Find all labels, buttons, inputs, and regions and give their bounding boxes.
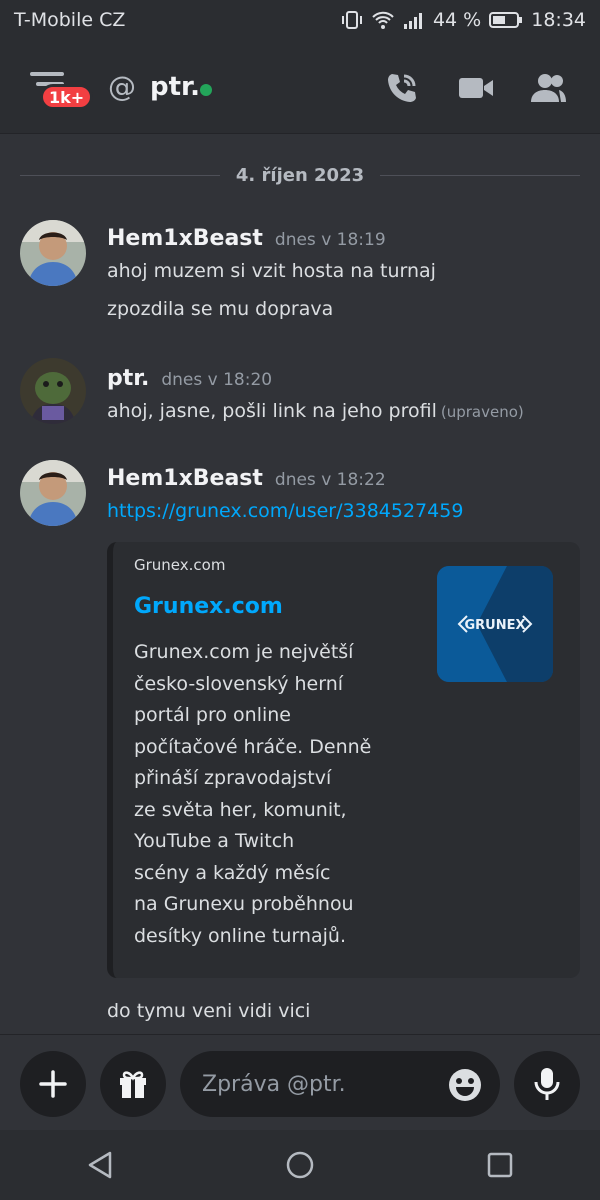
message-text: ahoj muzem si vzit hosta na turnaj <box>107 260 436 282</box>
message-text: do tymu veni vidi vici <box>107 1000 311 1022</box>
avatar[interactable] <box>20 460 86 526</box>
recents-icon[interactable] <box>476 1141 524 1189</box>
embed-description-line: přináší zpravodajství <box>134 767 332 789</box>
battery-percent: 44 % <box>432 9 482 31</box>
avatar[interactable] <box>20 358 86 424</box>
message-text: ahoj, jasne, pošli link na jeho profil (u… <box>107 400 524 422</box>
embed-description: Grunex.com je největší česko-slovenský h… <box>134 637 404 952</box>
message-text: zpozdila se mu doprava <box>107 298 334 320</box>
clock: 18:34 <box>531 9 586 31</box>
embed-description-line: desítky online turnajů. <box>134 924 346 947</box>
message-author[interactable]: ptr. dnes v 18:20 <box>107 366 272 391</box>
call-icon[interactable] <box>382 68 422 108</box>
embed-description-line: na Grunexu proběhnou <box>134 893 354 915</box>
message-timestamp: dnes v 18:22 <box>274 470 386 490</box>
author-name[interactable]: Hem1xBeast <box>107 466 263 491</box>
wifi-icon <box>371 9 395 31</box>
embed-title[interactable]: Grunex.com <box>134 594 283 619</box>
link-embed: Grunex.com Grunex.com Grunex.com je nejv… <box>107 542 580 978</box>
embed-description-line: česko-slovenský herní <box>134 672 344 695</box>
voice-message-button[interactable] <box>514 1051 580 1117</box>
author-name[interactable]: ptr. <box>107 366 149 391</box>
embed-description-line: scény a každý měsíc <box>134 861 331 884</box>
message-composer <box>0 1034 600 1130</box>
unread-badge: 1k+ <box>40 84 94 110</box>
status-bar: T-Mobile CZ 44 % 18:34 <box>0 0 600 40</box>
online-status-indicator <box>200 84 212 96</box>
message-author[interactable]: Hem1xBeast dnes v 18:22 <box>107 466 386 491</box>
message-timestamp: dnes v 18:20 <box>161 370 273 390</box>
message-link[interactable]: https://grunex.com/user/3384527459 <box>107 500 463 522</box>
system-nav-bar <box>0 1130 600 1200</box>
at-icon: @ <box>108 70 136 103</box>
embed-description-line: Grunex.com je největší <box>134 641 354 663</box>
embed-provider[interactable]: Grunex.com <box>134 556 225 574</box>
microphone-icon <box>534 1068 560 1100</box>
embed-description-line: portál pro online <box>134 704 291 726</box>
channel-title[interactable]: ptr. <box>150 72 200 102</box>
carrier-label: T-Mobile CZ <box>14 9 126 31</box>
message-body: ahoj, jasne, pošli link na jeho profil <box>107 400 437 422</box>
back-icon[interactable] <box>76 1141 124 1189</box>
signal-icon <box>403 10 425 30</box>
avatar[interactable] <box>20 220 86 286</box>
embed-thumbnail-logo: GRUNEX <box>464 618 525 633</box>
message-author[interactable]: Hem1xBeast dnes v 18:19 <box>107 226 386 251</box>
video-icon[interactable] <box>456 68 496 108</box>
embed-description-line: ze světa her, komunit, <box>134 798 347 821</box>
message-timestamp: dnes v 18:19 <box>274 230 386 250</box>
channel-header: 1k+ @ ptr. <box>0 40 600 134</box>
plus-icon <box>39 1070 67 1098</box>
date-label: 4. říjen 2023 <box>235 164 365 186</box>
home-icon[interactable] <box>276 1141 324 1189</box>
embed-description-line: počítačové hráče. Denně <box>134 735 372 758</box>
battery-icon <box>489 10 523 30</box>
members-icon[interactable] <box>528 68 568 108</box>
vibrate-icon <box>341 9 363 31</box>
embed-description-line: YouTube a Twitch <box>134 830 295 852</box>
edited-label: (upraveno) <box>440 403 524 421</box>
add-attachment-button[interactable] <box>20 1051 86 1117</box>
embed-thumbnail[interactable]: GRUNEX <box>437 566 553 682</box>
author-name[interactable]: Hem1xBeast <box>107 226 263 251</box>
date-divider: 4. říjen 2023 <box>20 160 581 190</box>
gift-icon <box>120 1071 146 1098</box>
emoji-icon[interactable] <box>448 1068 482 1102</box>
gift-button[interactable] <box>100 1051 166 1117</box>
